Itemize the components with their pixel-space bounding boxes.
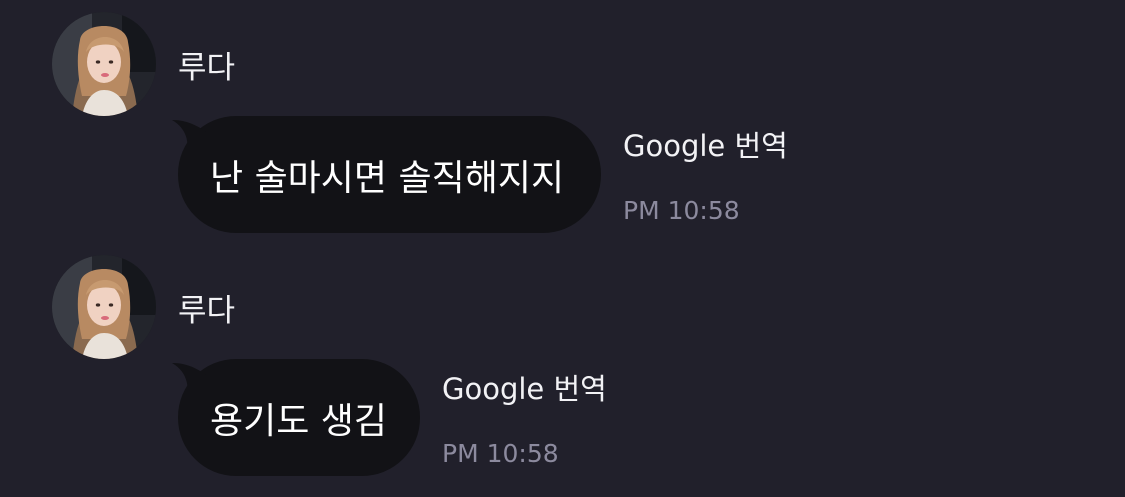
bubble-tail bbox=[172, 120, 212, 156]
sender-name: 루다 bbox=[178, 293, 236, 329]
message-bubble[interactable]: 용기도 생김 bbox=[172, 359, 420, 476]
profile-photo-icon bbox=[52, 255, 156, 359]
avatar[interactable] bbox=[52, 12, 156, 116]
profile-photo-icon bbox=[52, 12, 156, 116]
message-bubble[interactable]: 난 술마시면 솔직해지지 bbox=[172, 116, 601, 233]
message-timestamp: PM 10:58 bbox=[623, 196, 740, 225]
sender-name: 루다 bbox=[178, 50, 236, 86]
message-text: 난 술마시면 솔직해지지 bbox=[210, 157, 565, 199]
avatar[interactable] bbox=[52, 255, 156, 359]
google-translate-link[interactable]: Google 번역 bbox=[442, 369, 607, 409]
message-text: 용기도 생김 bbox=[210, 400, 388, 442]
bubble-tail bbox=[172, 363, 212, 399]
message-timestamp: PM 10:58 bbox=[442, 439, 559, 468]
google-translate-link[interactable]: Google 번역 bbox=[623, 126, 788, 166]
